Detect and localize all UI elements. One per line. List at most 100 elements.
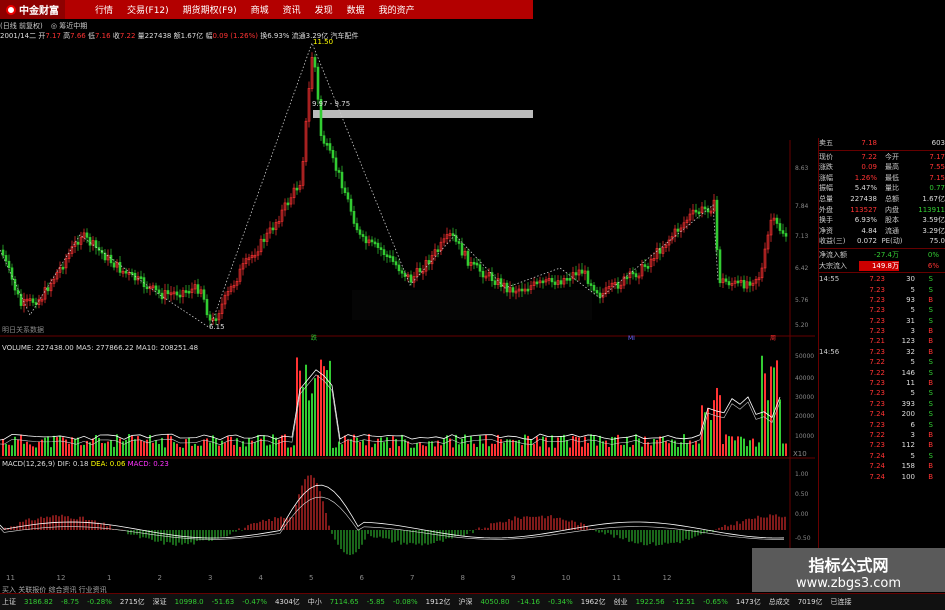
stat-value: 5.47% bbox=[854, 184, 877, 193]
volume-bar bbox=[458, 444, 460, 456]
volume-bar bbox=[59, 436, 61, 456]
volume-bar bbox=[176, 443, 178, 456]
macd-axis-tick: 0.00 bbox=[795, 511, 809, 518]
volume-bar bbox=[461, 438, 463, 456]
tick-price: 7.24 bbox=[869, 472, 885, 481]
menu-assets[interactable]: 我的资产 bbox=[379, 3, 415, 16]
close-value: 7.22 bbox=[119, 32, 136, 40]
volume-bar bbox=[80, 445, 82, 456]
stat-row: 涨跌 0.09 最高 7.55 bbox=[819, 162, 945, 173]
brand-logo[interactable]: 中金财富 bbox=[0, 0, 65, 19]
x-axis-labels: 11 12 1 2 3 4 5 6 7 8 9 10 11 12 bbox=[0, 574, 815, 584]
period-tab[interactable]: (日线 前复权) bbox=[0, 22, 43, 30]
logo-icon bbox=[6, 4, 16, 15]
candle-body bbox=[187, 290, 191, 294]
stat-value-2: 113911 bbox=[918, 205, 945, 214]
volume-bar bbox=[785, 443, 787, 456]
status-item[interactable]: 深证 bbox=[153, 597, 167, 607]
x-axis-label: 3 bbox=[208, 574, 213, 582]
volume-bar bbox=[77, 437, 79, 456]
volume-bar bbox=[182, 447, 184, 456]
menu-news[interactable]: 资讯 bbox=[283, 3, 301, 16]
menu-trade[interactable]: 交易(F12) bbox=[127, 3, 169, 16]
candle-body bbox=[7, 260, 11, 269]
tick-price: 7.22 bbox=[869, 368, 885, 377]
menu-data[interactable]: 数据 bbox=[347, 3, 365, 16]
volume-bar bbox=[722, 444, 724, 456]
volume-bar bbox=[215, 438, 217, 456]
volume-bar bbox=[62, 437, 64, 456]
volume-bar bbox=[680, 442, 682, 456]
status-item[interactable]: 创业 bbox=[614, 597, 628, 607]
tick-side: S bbox=[928, 368, 933, 377]
tick-side: B bbox=[928, 441, 933, 450]
tick-row: 7.24 5 S bbox=[819, 451, 945, 461]
tick-time bbox=[819, 295, 855, 305]
stat-value-2: 3.59亿 bbox=[922, 216, 945, 225]
tick-row: 7.23 5 S bbox=[819, 305, 945, 315]
candle-body bbox=[46, 287, 50, 292]
status-item[interactable]: 总成交 bbox=[769, 597, 790, 607]
stat-value: 4.84 bbox=[861, 226, 877, 235]
volume-bar bbox=[233, 444, 235, 456]
macd-axis-tick: 1.00 bbox=[795, 471, 809, 478]
tick-list-b: 14:56 7.23 32 B 7.22 5 S 7.22 146 S 7.23 11 B 7.23 5 S 7… bbox=[819, 347, 945, 482]
status-item: -5.85 bbox=[366, 598, 385, 606]
tick-price: 7.23 bbox=[869, 295, 885, 304]
status-item: -14.16 bbox=[517, 598, 540, 606]
tick-time bbox=[819, 357, 855, 367]
volume-bar bbox=[35, 447, 37, 456]
menu-mall[interactable]: 商城 bbox=[251, 3, 269, 16]
tick-qty: 5 bbox=[910, 389, 915, 398]
candle-body bbox=[196, 284, 200, 294]
tick-time bbox=[819, 368, 855, 378]
price-band bbox=[313, 110, 533, 118]
tick-price: 7.23 bbox=[869, 275, 885, 284]
amt-label: 额 bbox=[173, 32, 181, 40]
tick-side: B bbox=[928, 295, 933, 304]
x-axis-label: 10 bbox=[561, 574, 571, 582]
sell5-vol: 603 bbox=[931, 139, 945, 147]
tick-side: S bbox=[928, 451, 933, 460]
candle-body bbox=[361, 234, 365, 237]
tick-side: S bbox=[928, 399, 933, 408]
menu-discover[interactable]: 发现 bbox=[315, 3, 333, 16]
volume-bar bbox=[386, 437, 388, 456]
menu-futures[interactable]: 期货期权(F9) bbox=[183, 3, 237, 16]
volume-bar bbox=[686, 443, 688, 456]
volume-bar bbox=[50, 447, 52, 456]
volume-bar bbox=[581, 446, 583, 456]
turn-value: 6.93% bbox=[267, 32, 290, 40]
tick-price: 7.23 bbox=[869, 347, 885, 356]
volume-bar bbox=[554, 447, 556, 456]
candle-body bbox=[646, 266, 650, 269]
volume-bar bbox=[5, 443, 7, 456]
volume-bar bbox=[476, 447, 478, 456]
volume-bar bbox=[269, 444, 271, 456]
status-item[interactable]: 沪深 bbox=[458, 597, 472, 607]
chip-button[interactable]: ◎ 筹近中期 bbox=[51, 22, 87, 30]
tick-time bbox=[819, 316, 855, 326]
volume-bar bbox=[443, 439, 445, 456]
menu-market[interactable]: 行情 bbox=[95, 3, 113, 16]
volume-bar bbox=[113, 446, 115, 456]
volume-bar bbox=[749, 440, 751, 456]
candle-body bbox=[568, 278, 572, 281]
volume-bar bbox=[413, 447, 415, 456]
candle-body bbox=[580, 269, 584, 274]
volume-bar bbox=[149, 434, 151, 456]
tick-price: 7.24 bbox=[869, 410, 885, 419]
volume-bar bbox=[746, 446, 748, 456]
volume-bar bbox=[281, 435, 283, 456]
tick-time bbox=[819, 336, 855, 346]
candle-body bbox=[160, 292, 164, 300]
volume-bar bbox=[620, 445, 622, 456]
volume-bar bbox=[230, 436, 232, 456]
volume-bar bbox=[758, 442, 760, 456]
candle-body bbox=[355, 223, 359, 231]
tick-price: 7.23 bbox=[869, 379, 885, 388]
candle-body bbox=[316, 66, 320, 100]
status-item[interactable]: 中小 bbox=[308, 597, 322, 607]
volume-bar bbox=[557, 437, 559, 456]
status-item[interactable]: 上证 bbox=[2, 597, 16, 607]
